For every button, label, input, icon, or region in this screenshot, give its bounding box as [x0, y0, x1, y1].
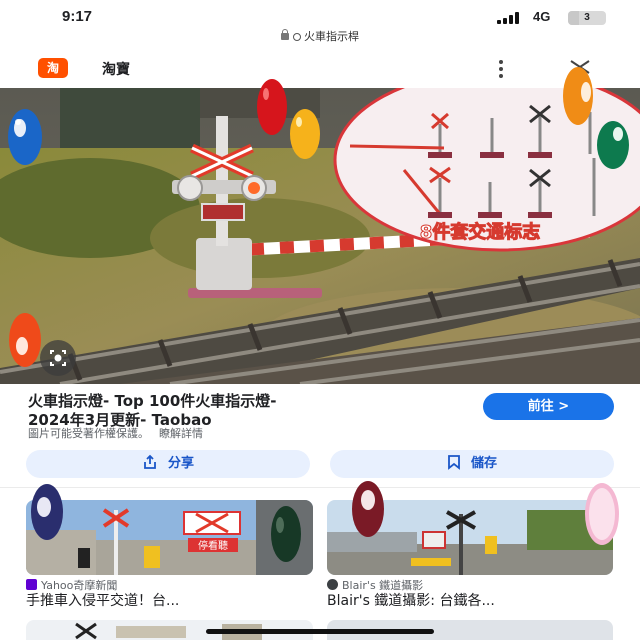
- more-options-icon[interactable]: [497, 60, 505, 78]
- battery-level: 3: [584, 12, 590, 23]
- billiard-ball-icon: [352, 481, 384, 537]
- billiard-ball-icon: [563, 67, 593, 125]
- related-source-label-1: Yahoo奇摩新聞: [41, 579, 118, 592]
- status-time: 9:17: [62, 8, 93, 25]
- result-title-line1: 火車指示燈- Top 100件火車指示燈-: [28, 392, 277, 410]
- bookmark-icon: [448, 455, 460, 470]
- url-query: 火車指示桿: [304, 30, 359, 43]
- yahoo-logo-icon: [26, 579, 37, 590]
- network-type: 4G: [533, 9, 551, 24]
- lens-search-button[interactable]: [40, 340, 76, 376]
- billiard-ball-icon: [8, 109, 42, 165]
- save-label: 儲存: [470, 456, 497, 471]
- billiard-ball-icon: [290, 109, 320, 159]
- divider: [0, 487, 640, 488]
- copyright-text: 圖片可能受著作權保護。: [28, 427, 149, 440]
- visit-button[interactable]: 前往 >: [483, 393, 614, 420]
- signal-icon: [497, 12, 525, 24]
- site-favicon-icon: [327, 579, 338, 590]
- save-button[interactable]: 儲存: [330, 450, 614, 478]
- billiard-ball-icon: [585, 483, 619, 545]
- battery-icon: 3: [568, 11, 606, 25]
- related-source-2[interactable]: Blair's 鐵道攝影: [327, 579, 423, 593]
- billiard-ball-icon: [271, 506, 301, 562]
- share-button[interactable]: 分享: [26, 450, 310, 478]
- share-label: 分享: [167, 456, 194, 471]
- search-icon: [293, 33, 301, 41]
- related-title-2[interactable]: Blair's 鐵道攝影: 台鐵各...: [327, 592, 495, 610]
- copyright-notice: 圖片可能受著作權保護。 瞭解詳情: [28, 425, 203, 441]
- billiard-ball-icon: [9, 313, 41, 367]
- related-source-1[interactable]: Yahoo奇摩新聞: [26, 579, 117, 593]
- related-source-label-2: Blair's 鐵道攝影: [342, 579, 424, 592]
- related-title-1[interactable]: 手推車入侵平交道！台...: [26, 592, 179, 610]
- related-sign-1: 停看聽: [198, 539, 228, 552]
- learn-more-link[interactable]: 瞭解詳情: [159, 427, 203, 440]
- billiard-ball-icon: [257, 79, 287, 135]
- lens-icon: [50, 350, 66, 366]
- site-logo[interactable]: 淘: [38, 58, 68, 78]
- site-name[interactable]: 淘寶: [102, 59, 130, 79]
- url-bar[interactable]: 火車指示桿: [0, 28, 640, 46]
- billiard-ball-icon: [597, 121, 629, 169]
- billiard-ball-icon: [31, 484, 63, 540]
- hero-caption: 8件套交通标志: [420, 221, 541, 243]
- home-indicator[interactable]: [206, 629, 434, 634]
- site-header: 淘 淘寶: [0, 50, 640, 86]
- share-icon: [144, 454, 156, 469]
- lock-icon: [281, 29, 289, 40]
